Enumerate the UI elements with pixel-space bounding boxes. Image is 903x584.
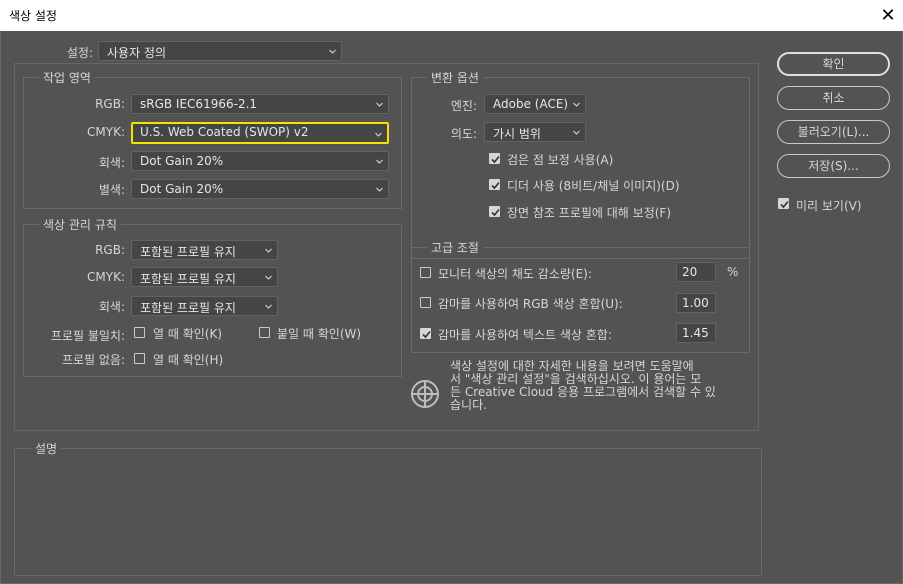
chevron-down-icon xyxy=(329,48,336,55)
info-line-4: 습니다. xyxy=(450,398,487,412)
gamma-rgb-checkbox[interactable] xyxy=(420,297,431,308)
save-button[interactable]: 저장(S)... xyxy=(777,154,890,178)
ask-paste-checkbox[interactable] xyxy=(259,327,270,338)
policy-cmyk-select[interactable]: 포함된 프로필 유지 xyxy=(131,267,278,287)
engine-label: 엔진: xyxy=(450,99,477,113)
ask-missing-label: 열 때 확인(H) xyxy=(153,353,224,367)
info-text: 색상 설정에 대한 자세한 내용을 보려면 도움말에 서 "색상 관리 설정"을… xyxy=(450,360,750,412)
desat-unit: % xyxy=(727,265,739,279)
scene-label: 장면 참조 프로필에 대해 보정(F) xyxy=(507,206,672,220)
policy-rgb-value: 포함된 프로필 유지 xyxy=(140,245,236,259)
workspace-gray-select[interactable]: Dot Gain 20% xyxy=(131,151,389,171)
ok-button[interactable]: 확인 xyxy=(777,52,890,76)
bpc-label: 검은 점 보정 사용(A) xyxy=(507,153,614,167)
preview-label: 미리 보기(V) xyxy=(796,199,862,213)
chevron-down-icon xyxy=(375,131,382,138)
workspace-rgb-select[interactable]: sRGB IEC61966-2.1 xyxy=(131,94,389,114)
description-group xyxy=(14,448,762,576)
bpc-checkbox[interactable] xyxy=(489,153,500,164)
load-button[interactable]: 불러오기(L)... xyxy=(777,120,890,144)
engine-value: Adobe (ACE) xyxy=(493,97,569,111)
preview-checkbox[interactable] xyxy=(778,198,789,209)
desat-input[interactable]: 20 xyxy=(676,262,716,282)
chevron-down-icon xyxy=(376,101,383,108)
info-line-3: 든 Creative Cloud 응용 프로그램에서 검색할 수 있 xyxy=(450,385,716,399)
close-icon[interactable]: ✕ xyxy=(873,0,903,31)
gamma-text-input[interactable]: 1.45 xyxy=(676,323,716,343)
workspace-title: 작업 영역 xyxy=(39,69,95,86)
policy-gray-label: 회색: xyxy=(98,300,125,314)
ask-open-checkbox[interactable] xyxy=(134,327,145,338)
workspace-rgb-label: RGB: xyxy=(95,97,125,111)
chevron-down-icon xyxy=(573,101,580,108)
missing-label: 프로필 없음: xyxy=(61,353,125,367)
intent-label: 의도: xyxy=(450,127,477,141)
dither-label: 디더 사용 (8비트/채널 이미지)(D) xyxy=(507,179,680,193)
settings-select[interactable]: 사용자 정의 xyxy=(98,41,342,61)
workspace-cmyk-select[interactable]: U.S. Web Coated (SWOP) v2 xyxy=(131,122,389,144)
policy-gray-select[interactable]: 포함된 프로필 유지 xyxy=(131,296,278,316)
workspace-spot-value: Dot Gain 20% xyxy=(140,182,224,196)
conversion-title: 변환 옵션 xyxy=(427,69,483,86)
gamma-rgb-input[interactable]: 1.00 xyxy=(676,293,716,313)
intent-value: 가시 범위 xyxy=(493,127,541,141)
policy-cmyk-label: CMYK: xyxy=(87,270,125,284)
policies-title: 색상 관리 규칙 xyxy=(39,216,121,233)
intent-select[interactable]: 가시 범위 xyxy=(484,122,586,142)
workspace-spot-label: 별색: xyxy=(98,183,125,197)
gamma-text-label: 감마를 사용하여 텍스트 색상 혼합: xyxy=(438,328,612,342)
chevron-down-icon xyxy=(376,186,383,193)
scene-checkbox[interactable] xyxy=(489,206,500,217)
dialog-body: 설정: 사용자 정의 작업 영역 RGB: sRGB IEC61966-2.1 … xyxy=(0,31,903,584)
cancel-button[interactable]: 취소 xyxy=(777,86,890,110)
chevron-down-icon xyxy=(573,129,580,136)
window-title: 색상 설정 xyxy=(9,9,57,23)
ask-paste-label: 붙일 때 확인(W) xyxy=(277,327,362,341)
mismatch-label: 프로필 불일치: xyxy=(50,329,125,343)
chevron-down-icon xyxy=(265,274,272,281)
policy-rgb-select[interactable]: 포함된 프로필 유지 xyxy=(131,240,278,260)
title-bar: 색상 설정 ✕ xyxy=(0,0,903,31)
settings-value: 사용자 정의 xyxy=(107,46,167,60)
gamma-rgb-label: 감마를 사용하여 RGB 색상 혼합(U): xyxy=(438,297,623,311)
workspace-gray-value: Dot Gain 20% xyxy=(140,154,224,168)
description-title: 설명 xyxy=(31,440,62,457)
policy-gray-value: 포함된 프로필 유지 xyxy=(140,301,236,315)
policy-rgb-label: RGB: xyxy=(95,243,125,257)
ask-open-label: 열 때 확인(K) xyxy=(153,327,223,341)
chevron-down-icon xyxy=(265,247,272,254)
engine-select[interactable]: Adobe (ACE) xyxy=(484,94,586,114)
color-wheel-icon xyxy=(410,379,440,409)
policy-cmyk-value: 포함된 프로필 유지 xyxy=(140,272,236,286)
workspace-rgb-value: sRGB IEC61966-2.1 xyxy=(140,97,258,111)
desat-label: 모니터 색상의 채도 감소량(E): xyxy=(438,267,592,281)
workspace-gray-label: 회색: xyxy=(98,156,125,170)
chevron-down-icon xyxy=(265,303,272,310)
dither-checkbox[interactable] xyxy=(489,179,500,190)
workspace-cmyk-value: U.S. Web Coated (SWOP) v2 xyxy=(140,125,309,139)
ask-missing-checkbox[interactable] xyxy=(134,353,145,364)
advanced-title: 고급 조절 xyxy=(427,239,483,256)
desat-checkbox[interactable] xyxy=(420,267,431,278)
workspace-spot-select[interactable]: Dot Gain 20% xyxy=(131,179,389,199)
chevron-down-icon xyxy=(376,158,383,165)
gamma-text-checkbox[interactable] xyxy=(420,328,431,339)
workspace-cmyk-label: CMYK: xyxy=(87,125,125,139)
settings-label: 설정: xyxy=(66,46,93,60)
